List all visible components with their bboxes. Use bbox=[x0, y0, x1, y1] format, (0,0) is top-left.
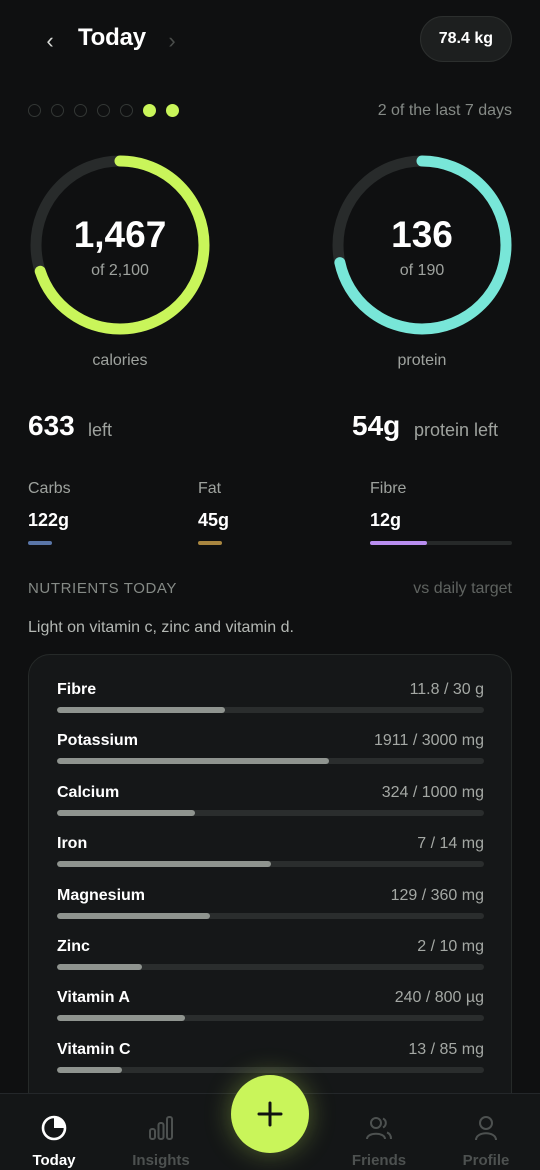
nutrient-progress-track bbox=[57, 1066, 484, 1073]
nutrient-amount: 324 / 1000 mg bbox=[381, 783, 484, 801]
tab-profile[interactable]: Profile bbox=[436, 1094, 536, 1170]
nutrients-vs-label: vs daily target bbox=[413, 580, 512, 597]
bar-chart-icon bbox=[149, 1116, 173, 1140]
tab-insights[interactable]: Insights bbox=[111, 1094, 211, 1170]
nutrient-name: Vitamin A bbox=[57, 989, 130, 1007]
nutrients-note: Light on vitamin c, zinc and vitamin d. bbox=[28, 619, 294, 636]
nutrient-progress-fill bbox=[57, 861, 271, 868]
nutrient-row: Zinc 2 / 10 mg bbox=[57, 938, 484, 978]
streak-dot-empty bbox=[97, 104, 110, 117]
nutrient-progress-fill bbox=[57, 964, 143, 970]
nutrient-progress-track bbox=[57, 861, 484, 868]
nutrient-progress-fill bbox=[57, 1066, 123, 1073]
nutrient-amount: 1911 / 3000 mg bbox=[373, 732, 484, 750]
macro-label: Carbs bbox=[28, 480, 71, 497]
nutrients-card[interactable]: Fibre 11.8 / 30 g Potassium 1911 / 3000 mg C… bbox=[28, 654, 512, 1134]
streak-label: 2 of the last 7 days bbox=[377, 102, 512, 119]
protein-left-value: 54g bbox=[352, 410, 401, 441]
tab-label: Today bbox=[32, 1152, 76, 1169]
protein-caption: protein bbox=[397, 352, 447, 369]
plus-icon bbox=[257, 1101, 283, 1127]
nutrient-row: Iron 7 / 14 mg bbox=[57, 835, 484, 875]
nutrient-progress-track bbox=[57, 758, 484, 765]
nutrient-name: Fibre bbox=[57, 681, 97, 698]
nutrient-amount: 7 / 14 mg bbox=[417, 835, 484, 853]
macro-bar bbox=[198, 541, 222, 545]
weight-button[interactable]: 78.4 kg bbox=[419, 16, 512, 62]
calories-value: 1,467 bbox=[73, 214, 167, 255]
nutrient-progress-track bbox=[57, 1015, 484, 1022]
nutrient-row: Magnesium 129 / 360 mg bbox=[57, 887, 484, 927]
calories-caption: calories bbox=[92, 352, 148, 369]
nutrient-progress-fill bbox=[57, 758, 329, 765]
nutrient-name: Potassium bbox=[57, 732, 138, 750]
macro-label: Fibre bbox=[370, 480, 407, 497]
tab-label: Profile bbox=[462, 1152, 510, 1169]
nutrient-progress-track bbox=[57, 809, 484, 816]
nutrient-amount: 2 / 10 mg bbox=[417, 938, 484, 955]
protein-left-label: protein left bbox=[414, 420, 499, 440]
nutrient-row: Calcium 324 / 1000 mg bbox=[57, 784, 484, 824]
macro-bar bbox=[28, 541, 52, 545]
streak-dot-filled bbox=[143, 104, 156, 117]
nutrient-amount: 11.8 / 30 g bbox=[409, 681, 484, 698]
protein-value: 136 bbox=[391, 214, 453, 255]
macro-carbs: Carbs 122g bbox=[28, 480, 71, 545]
nutrient-progress-track bbox=[57, 964, 484, 970]
tab-today[interactable]: Today bbox=[4, 1094, 104, 1170]
macro-amount: 122g bbox=[28, 510, 70, 530]
friends-icon bbox=[366, 1117, 392, 1140]
streak-dot-empty bbox=[74, 104, 87, 117]
nutrient-progress-fill bbox=[57, 809, 196, 816]
protein-ring[interactable]: 136 of 190 bbox=[327, 150, 517, 340]
calories-left-value: 633 bbox=[28, 410, 75, 441]
nutrient-row: Vitamin A 240 / 800 µg bbox=[57, 989, 484, 1029]
day-streak-dots bbox=[28, 104, 179, 120]
streak-dot-empty bbox=[120, 104, 133, 117]
nutrients-heading: NUTRIENTS TODAY bbox=[28, 580, 178, 597]
nutrient-name: Magnesium bbox=[57, 886, 146, 904]
nutrient-progress-fill bbox=[57, 912, 210, 919]
today-ring-icon bbox=[41, 1115, 67, 1141]
nutrient-name: Vitamin C bbox=[57, 1040, 131, 1058]
streak-dot-empty bbox=[28, 104, 41, 117]
nutrient-name: Iron bbox=[57, 835, 88, 853]
nutrient-amount: 13 / 85 mg bbox=[408, 1040, 484, 1058]
chevron-right-icon[interactable]: › bbox=[160, 26, 184, 56]
macro-amount: 12g bbox=[370, 510, 402, 530]
nutrient-name: Zinc bbox=[57, 938, 90, 955]
nutrient-amount: 129 / 360 mg bbox=[390, 886, 484, 904]
macro-amount: 45g bbox=[198, 510, 230, 530]
streak-dot-filled bbox=[166, 104, 179, 117]
add-entry-button[interactable] bbox=[231, 1075, 309, 1153]
macro-bar-fill bbox=[370, 541, 427, 545]
nutrient-progress-track bbox=[57, 912, 484, 919]
macro-fat: Fat 45g bbox=[198, 480, 229, 545]
profile-icon bbox=[475, 1116, 497, 1141]
tab-label: Friends bbox=[351, 1152, 407, 1169]
nutrient-amount: 240 / 800 µg bbox=[394, 989, 484, 1007]
header: ‹ Today › 78.4 kg bbox=[0, 0, 540, 90]
nutrient-progress-fill bbox=[57, 1015, 186, 1022]
calories-ring[interactable]: 1,467 of 2,100 bbox=[25, 150, 215, 340]
streak-dot-empty bbox=[51, 104, 64, 117]
chevron-left-icon[interactable]: ‹ bbox=[38, 26, 62, 56]
tab-friends[interactable]: Friends bbox=[329, 1094, 429, 1170]
macro-label: Fat bbox=[198, 480, 222, 497]
nutrient-row: Fibre 11.8 / 30 g bbox=[57, 681, 484, 721]
nutrient-name: Calcium bbox=[57, 783, 120, 801]
macro-bar bbox=[370, 541, 512, 545]
nutrient-progress-track bbox=[57, 707, 484, 713]
protein-target: of 190 bbox=[399, 262, 445, 279]
page-title: Today bbox=[78, 24, 146, 51]
nutrient-row: Potassium 1911 / 3000 mg bbox=[57, 732, 484, 772]
calories-target: of 2,100 bbox=[91, 262, 149, 279]
macro-fibre: Fibre 12g bbox=[370, 480, 512, 545]
nutrient-progress-fill bbox=[57, 707, 225, 713]
tab-label: Insights bbox=[132, 1152, 190, 1169]
calories-left-label: left bbox=[88, 420, 113, 440]
